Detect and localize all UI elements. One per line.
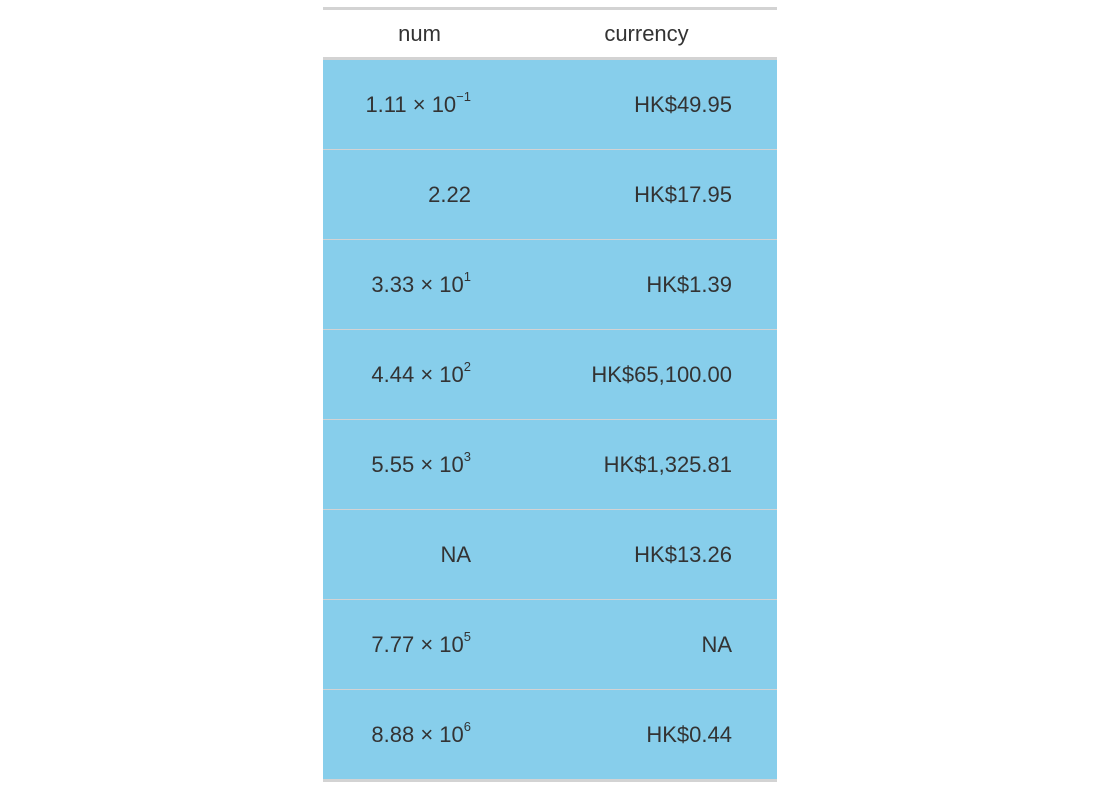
cell-currency: HK$13.26 [516, 509, 777, 600]
cell-num: 3.33 × 101 [323, 239, 516, 330]
table-row: 7.77 × 105 NA [323, 599, 777, 690]
cell-currency: HK$0.44 [516, 689, 777, 781]
num-exponent: 5 [463, 628, 471, 644]
num-mantissa: NA [440, 541, 471, 567]
num-exponent: 6 [463, 718, 471, 734]
cell-currency: HK$1,325.81 [516, 419, 777, 510]
num-times-ten: × 10 [414, 631, 464, 657]
num-mantissa: 7.77 [371, 631, 415, 657]
data-table: num currency 1.11 × 10−1 HK$49.95 2.22 HK$1… [323, 7, 777, 782]
cell-num: 8.88 × 106 [323, 689, 516, 781]
table-row: 4.44 × 102 HK$65,100.00 [323, 329, 777, 420]
cell-num: 4.44 × 102 [323, 329, 516, 420]
num-exponent: −1 [456, 88, 471, 104]
num-exponent: 1 [463, 268, 471, 284]
cell-currency: HK$65,100.00 [516, 329, 777, 420]
num-times-ten: × 10 [414, 361, 464, 387]
num-exponent: 3 [463, 448, 471, 464]
num-mantissa: 4.44 [371, 361, 415, 387]
table-row: NA HK$13.26 [323, 509, 777, 600]
num-mantissa: 1.11 [365, 91, 407, 117]
table-row: 3.33 × 101 HK$1.39 [323, 239, 777, 330]
table-row: 2.22 HK$17.95 [323, 149, 777, 240]
num-times-ten: × 10 [414, 721, 464, 747]
num-mantissa: 3.33 [371, 271, 415, 297]
num-times-ten: × 10 [414, 451, 464, 477]
cell-currency: NA [516, 599, 777, 690]
num-mantissa: 5.55 [371, 451, 415, 477]
column-header-currency: currency [516, 8, 777, 60]
table-row: 8.88 × 106 HK$0.44 [323, 689, 777, 781]
table-body: 1.11 × 10−1 HK$49.95 2.22 HK$17.95 3.33 × 10… [323, 58, 777, 781]
num-times-ten: × 10 [406, 91, 457, 117]
num-times-ten: × 10 [414, 271, 464, 297]
column-header-num: num [323, 8, 516, 60]
cell-num: 5.55 × 103 [323, 419, 516, 510]
table-row: 1.11 × 10−1 HK$49.95 [323, 58, 777, 150]
cell-num: 1.11 × 10−1 [323, 58, 516, 150]
cell-currency: HK$17.95 [516, 149, 777, 240]
table-row: 5.55 × 103 HK$1,325.81 [323, 419, 777, 510]
num-mantissa: 2.22 [428, 181, 471, 207]
cell-currency: HK$1.39 [516, 239, 777, 330]
cell-currency: HK$49.95 [516, 58, 777, 150]
header-row: num currency [323, 8, 777, 60]
cell-num: 2.22 [323, 149, 516, 240]
num-exponent: 2 [463, 358, 471, 374]
cell-num: NA [323, 509, 516, 600]
num-mantissa: 8.88 [371, 721, 415, 747]
cell-num: 7.77 × 105 [323, 599, 516, 690]
